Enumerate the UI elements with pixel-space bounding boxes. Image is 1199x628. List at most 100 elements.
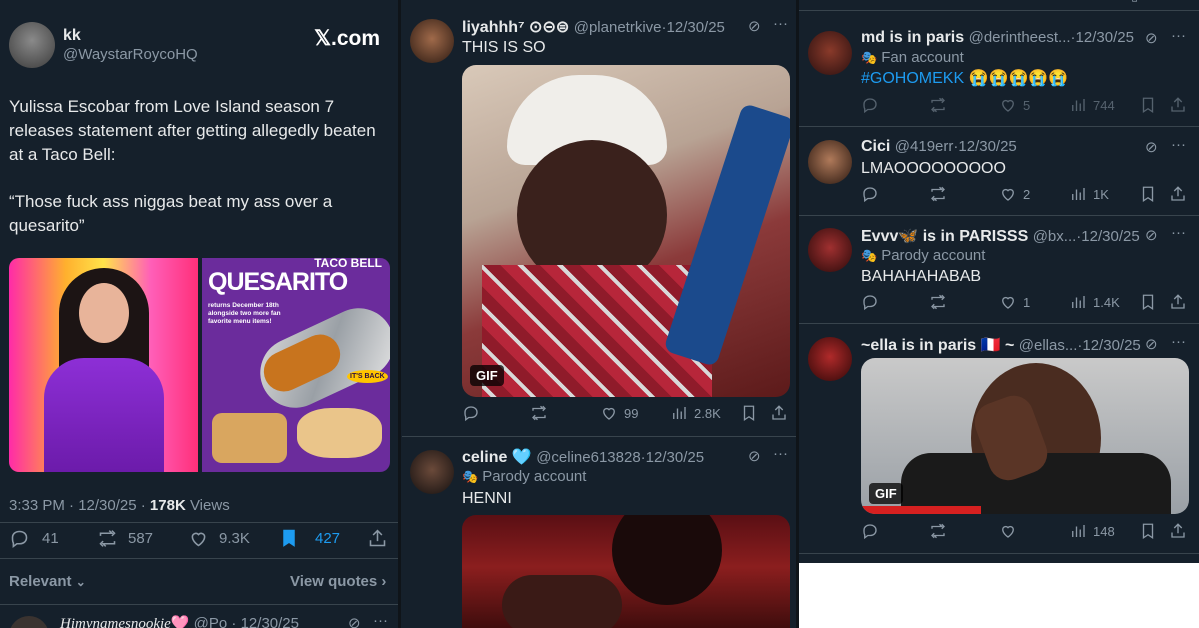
- more-icon[interactable]: ···: [1171, 224, 1186, 241]
- share-button[interactable]: [367, 528, 388, 549]
- reply-4-header[interactable]: Cici @419err·12/30/25: [861, 138, 1017, 156]
- reply-3-handle: @derintheest...: [968, 29, 1071, 46]
- reply-6-gif[interactable]: GIF: [861, 358, 1189, 514]
- next-reply-avatar[interactable]: [9, 616, 49, 628]
- repost-button[interactable]: 587: [97, 528, 153, 549]
- grok-icon[interactable]: ⊘: [748, 17, 761, 35]
- bookmark-button[interactable]: [1139, 522, 1157, 540]
- reply-6-header[interactable]: ~ella is in paris 🇫🇷 ~ @ellas...·12/30/2…: [861, 335, 1141, 355]
- grok-icon[interactable]: ⊘: [1145, 29, 1158, 47]
- share-button[interactable]: [1169, 293, 1187, 311]
- bookmark-button[interactable]: [1139, 96, 1157, 114]
- heart-icon: [191, 532, 206, 547]
- more-icon[interactable]: ···: [773, 15, 788, 32]
- repost-button[interactable]: [929, 522, 947, 540]
- reply-button[interactable]: [861, 293, 879, 311]
- relevant-label: Relevant: [9, 573, 72, 590]
- grok-icon[interactable]: ⊘: [1145, 226, 1158, 244]
- like-button[interactable]: 9.3K: [188, 528, 250, 549]
- bookmark-icon: [1142, 186, 1154, 203]
- reply-button[interactable]: [861, 522, 879, 540]
- grok-icon[interactable]: ⊘: [1145, 335, 1158, 353]
- share-icon: [1171, 294, 1185, 309]
- bookmark-button[interactable]: [1139, 185, 1157, 203]
- heart-icon: [1002, 99, 1014, 112]
- share-icon: [1171, 186, 1185, 201]
- repost-button[interactable]: [530, 404, 548, 422]
- tweet-image-1[interactable]: [9, 258, 198, 472]
- reply-3-header[interactable]: md is in paris @derintheest...·12/30/25: [861, 29, 1134, 47]
- author-avatar[interactable]: [9, 22, 55, 68]
- more-icon[interactable]: ···: [1171, 136, 1186, 153]
- more-icon[interactable]: ···: [373, 612, 388, 628]
- ad-subtext: returns December 18th alongside two more…: [208, 302, 281, 325]
- like-button[interactable]: 2: [999, 185, 1030, 203]
- reply-button[interactable]: [861, 96, 879, 114]
- sort-relevant-dropdown[interactable]: Relevant ⌄: [9, 573, 86, 590]
- views-button[interactable]: 1.4K: [1069, 293, 1120, 311]
- reply-button[interactable]: [462, 404, 480, 422]
- reply-4-name: Cici: [861, 138, 891, 155]
- more-icon[interactable]: ···: [1171, 333, 1186, 350]
- reply-5-avatar[interactable]: [808, 228, 852, 272]
- repost-icon: [931, 97, 945, 113]
- bookmark-icon: [1142, 523, 1154, 540]
- reply-3-date: 12/30/25: [1075, 29, 1134, 46]
- reply-button[interactable]: 41: [9, 528, 59, 549]
- view-quotes-link[interactable]: View quotes ›: [290, 573, 386, 590]
- x-com-logo: 𝕏.com: [314, 27, 380, 50]
- share-button[interactable]: [770, 404, 788, 422]
- reply-1-avatar[interactable]: [410, 19, 454, 63]
- views-button[interactable]: 148: [1069, 522, 1115, 540]
- author-handle[interactable]: @WaystarRoycoHQ: [63, 46, 198, 63]
- views-button[interactable]: 744: [1069, 96, 1115, 114]
- views-count: 1K: [1093, 186, 1109, 202]
- reply-1-header[interactable]: liyahhh⁷ ⊙⊝⊜ @planetrkive·12/30/25: [462, 17, 725, 37]
- reply-2-image[interactable]: [462, 515, 790, 628]
- heart-icon: [603, 407, 615, 420]
- views-count: 178K: [149, 497, 186, 514]
- more-icon[interactable]: ···: [1171, 27, 1186, 44]
- reply-4-avatar[interactable]: [808, 140, 852, 184]
- main-action-bar: 41 587 9.3K 427: [0, 528, 398, 552]
- repost-button[interactable]: [929, 293, 947, 311]
- tweet-text-line: releases statement after getting alleged…: [9, 121, 376, 140]
- reply-icon: [464, 406, 478, 422]
- hashtag-link[interactable]: #GOHOMEKK: [861, 70, 964, 87]
- grok-icon[interactable]: ⊘: [348, 614, 361, 628]
- reply-2-avatar[interactable]: [410, 450, 454, 494]
- reply-1-gif[interactable]: GIF: [462, 65, 790, 397]
- heart-icon: [1002, 188, 1014, 201]
- grok-icon[interactable]: ⊘: [748, 447, 761, 465]
- more-icon[interactable]: ···: [773, 445, 788, 462]
- views-button[interactable]: 1K: [1069, 185, 1109, 203]
- tweet-quote: “Those fuck ass niggas beat my ass over …: [9, 190, 394, 238]
- reply-6-actions: 148: [861, 522, 1191, 542]
- tweet-image-2[interactable]: TACO BELL QUESARITO returns December 18t…: [202, 258, 390, 472]
- like-button[interactable]: 1: [999, 293, 1030, 311]
- repost-icon: [931, 294, 945, 310]
- reply-5-header[interactable]: Evvv🦋 is in PARISSS @bx...·12/30/25: [861, 226, 1140, 246]
- author-name[interactable]: kk: [63, 27, 81, 45]
- bookmark-button[interactable]: [740, 404, 758, 422]
- grok-icon[interactable]: ⊘: [1145, 138, 1158, 156]
- timestamp-text: 3:33 PM · 12/30/25 ·: [9, 497, 150, 514]
- reply-6-avatar[interactable]: [808, 337, 852, 381]
- bookmark-button[interactable]: 427: [279, 528, 340, 548]
- views-button[interactable]: 2.8K: [670, 404, 721, 422]
- like-button[interactable]: [999, 522, 1017, 540]
- view-quotes-label: View quotes: [290, 573, 378, 590]
- share-button[interactable]: [1169, 522, 1187, 540]
- next-reply-header[interactable]: Himynamesnookie🩷 @Po · 12/30/25: [60, 614, 299, 628]
- repost-button[interactable]: [929, 96, 947, 114]
- like-button[interactable]: 5: [999, 96, 1030, 114]
- bookmark-button[interactable]: [1139, 293, 1157, 311]
- reply-button[interactable]: [861, 185, 879, 203]
- reply-3-avatar[interactable]: [808, 31, 852, 75]
- reply-2-header[interactable]: celine 🩵 @celine613828·12/30/25: [462, 447, 704, 467]
- like-button[interactable]: 99: [600, 404, 638, 422]
- repost-button[interactable]: [929, 185, 947, 203]
- share-button[interactable]: [1169, 185, 1187, 203]
- share-button[interactable]: [1169, 96, 1187, 114]
- heart-icon: [1002, 296, 1014, 309]
